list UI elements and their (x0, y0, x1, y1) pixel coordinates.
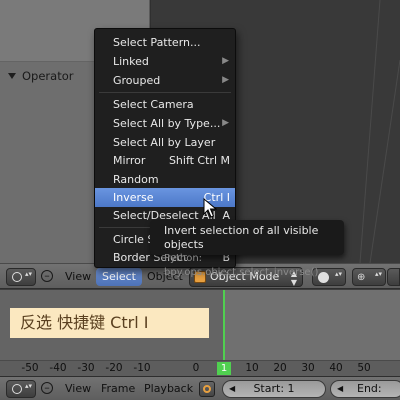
menu-item-label: Random (113, 173, 159, 186)
submenu-arrow-icon: ▶ (222, 56, 229, 66)
menu-item-label: Select Pattern... (113, 36, 201, 49)
tick-label: 50 (357, 362, 371, 374)
pivot-point-button[interactable]: ⊕ ▴▾ (352, 268, 386, 286)
operator-panel-title: Operator (22, 69, 74, 83)
menu-item-label: Inverse (113, 191, 154, 204)
menu-item-mirror[interactable]: Mirror Shift Ctrl M (95, 151, 235, 170)
menu-item-select-all-by-layer[interactable]: Select All by Layer (95, 133, 235, 152)
tooltip-description: Invert selection of all visible objects (164, 224, 319, 251)
chevron-updown-icon: ▴▾ (374, 270, 382, 278)
menu-item-shortcut: Shift Ctrl M (168, 154, 230, 167)
end-frame-field[interactable]: ◀ End: 250 (330, 380, 400, 400)
tick-label: 40 (329, 362, 343, 374)
tick-label: -10 (133, 362, 151, 374)
operator-panel-header[interactable]: Operator (8, 69, 73, 83)
timeline-playback-menu[interactable]: Playback (144, 382, 193, 395)
timeline-view-menu[interactable]: View (65, 382, 91, 395)
tooltip: Invert selection of all visible objects … (150, 220, 344, 278)
collapse-menus-icon[interactable]: – (41, 270, 53, 282)
pivot-point-icon: ⊕ (357, 272, 366, 283)
mouse-cursor-icon (203, 198, 217, 218)
menu-item-grouped[interactable]: Grouped ▶ (95, 71, 235, 90)
tooltip-python-path: Python: bpy.ops.object.select_inverse() (164, 253, 319, 278)
editor-type-icon (12, 272, 22, 282)
menu-item-select-camera[interactable]: Select Camera (95, 95, 235, 114)
menu-item-select-all-by-type[interactable]: Select All by Type... ▶ (95, 114, 235, 133)
menu-item-label: Mirror (113, 154, 146, 167)
chevron-updown-icon: ▴▾ (24, 270, 32, 278)
view-menu[interactable]: View (65, 270, 91, 283)
menu-item-label: Select Camera (113, 98, 194, 111)
menu-item-select-pattern[interactable]: Select Pattern... (95, 33, 235, 52)
submenu-arrow-icon: ▶ (222, 118, 229, 128)
tick-label: 10 (245, 362, 259, 374)
menu-item-label: Select All by Layer (113, 136, 216, 149)
menu-item-linked[interactable]: Linked ▶ (95, 52, 235, 71)
select-menu[interactable]: Select (96, 268, 142, 286)
tick-label: -40 (49, 362, 67, 374)
tick-label: 0 (192, 362, 200, 374)
tick-label: -30 (77, 362, 95, 374)
tick-label: -50 (21, 362, 39, 374)
clock-icon (12, 384, 22, 394)
decrement-arrow-icon[interactable]: ◀ (337, 381, 343, 397)
timeline-editor-type-button[interactable]: ▴▾ (6, 380, 36, 398)
keyframe-record-button[interactable] (199, 381, 215, 397)
current-frame-badge: 1 (217, 362, 231, 375)
end-frame-label: End: 250 (357, 382, 382, 400)
menu-item-label: Select All by Type... (113, 117, 221, 130)
submenu-arrow-icon: ▶ (222, 75, 229, 85)
manipulator-button[interactable] (387, 268, 400, 286)
decrement-arrow-icon[interactable]: ◀ (229, 381, 235, 397)
collapse-menus-icon[interactable]: – (41, 382, 53, 394)
frame-ruler[interactable]: -50 -40 -30 -20 -10 0 10 20 30 40 50 1 (0, 360, 400, 376)
tick-label: 20 (273, 362, 287, 374)
start-frame-field[interactable]: ◀ Start: 1 (222, 380, 326, 398)
editor-type-button[interactable]: ▴▾ (6, 268, 36, 286)
chevron-updown-icon: ▴▾ (24, 382, 32, 390)
menu-separator (99, 92, 231, 93)
menu-item-label: Linked (113, 55, 149, 68)
tick-label: 30 (301, 362, 315, 374)
menu-item-random[interactable]: Random (95, 170, 235, 189)
start-frame-label: Start: 1 (253, 382, 295, 395)
timeline-header: ▴▾ – View Frame Playback ◀ Start: 1 ◀ En… (0, 376, 400, 400)
timeline-area[interactable]: 反选 快捷键 Ctrl I -50 -40 -30 -20 -10 0 10 2… (0, 290, 400, 376)
caption-overlay: 反选 快捷键 Ctrl I (10, 308, 209, 338)
timeline-frame-menu[interactable]: Frame (101, 382, 135, 395)
record-icon (203, 385, 211, 393)
collapse-triangle-icon[interactable] (8, 73, 16, 79)
menu-item-label: Grouped (113, 74, 161, 87)
tick-label: -20 (105, 362, 123, 374)
